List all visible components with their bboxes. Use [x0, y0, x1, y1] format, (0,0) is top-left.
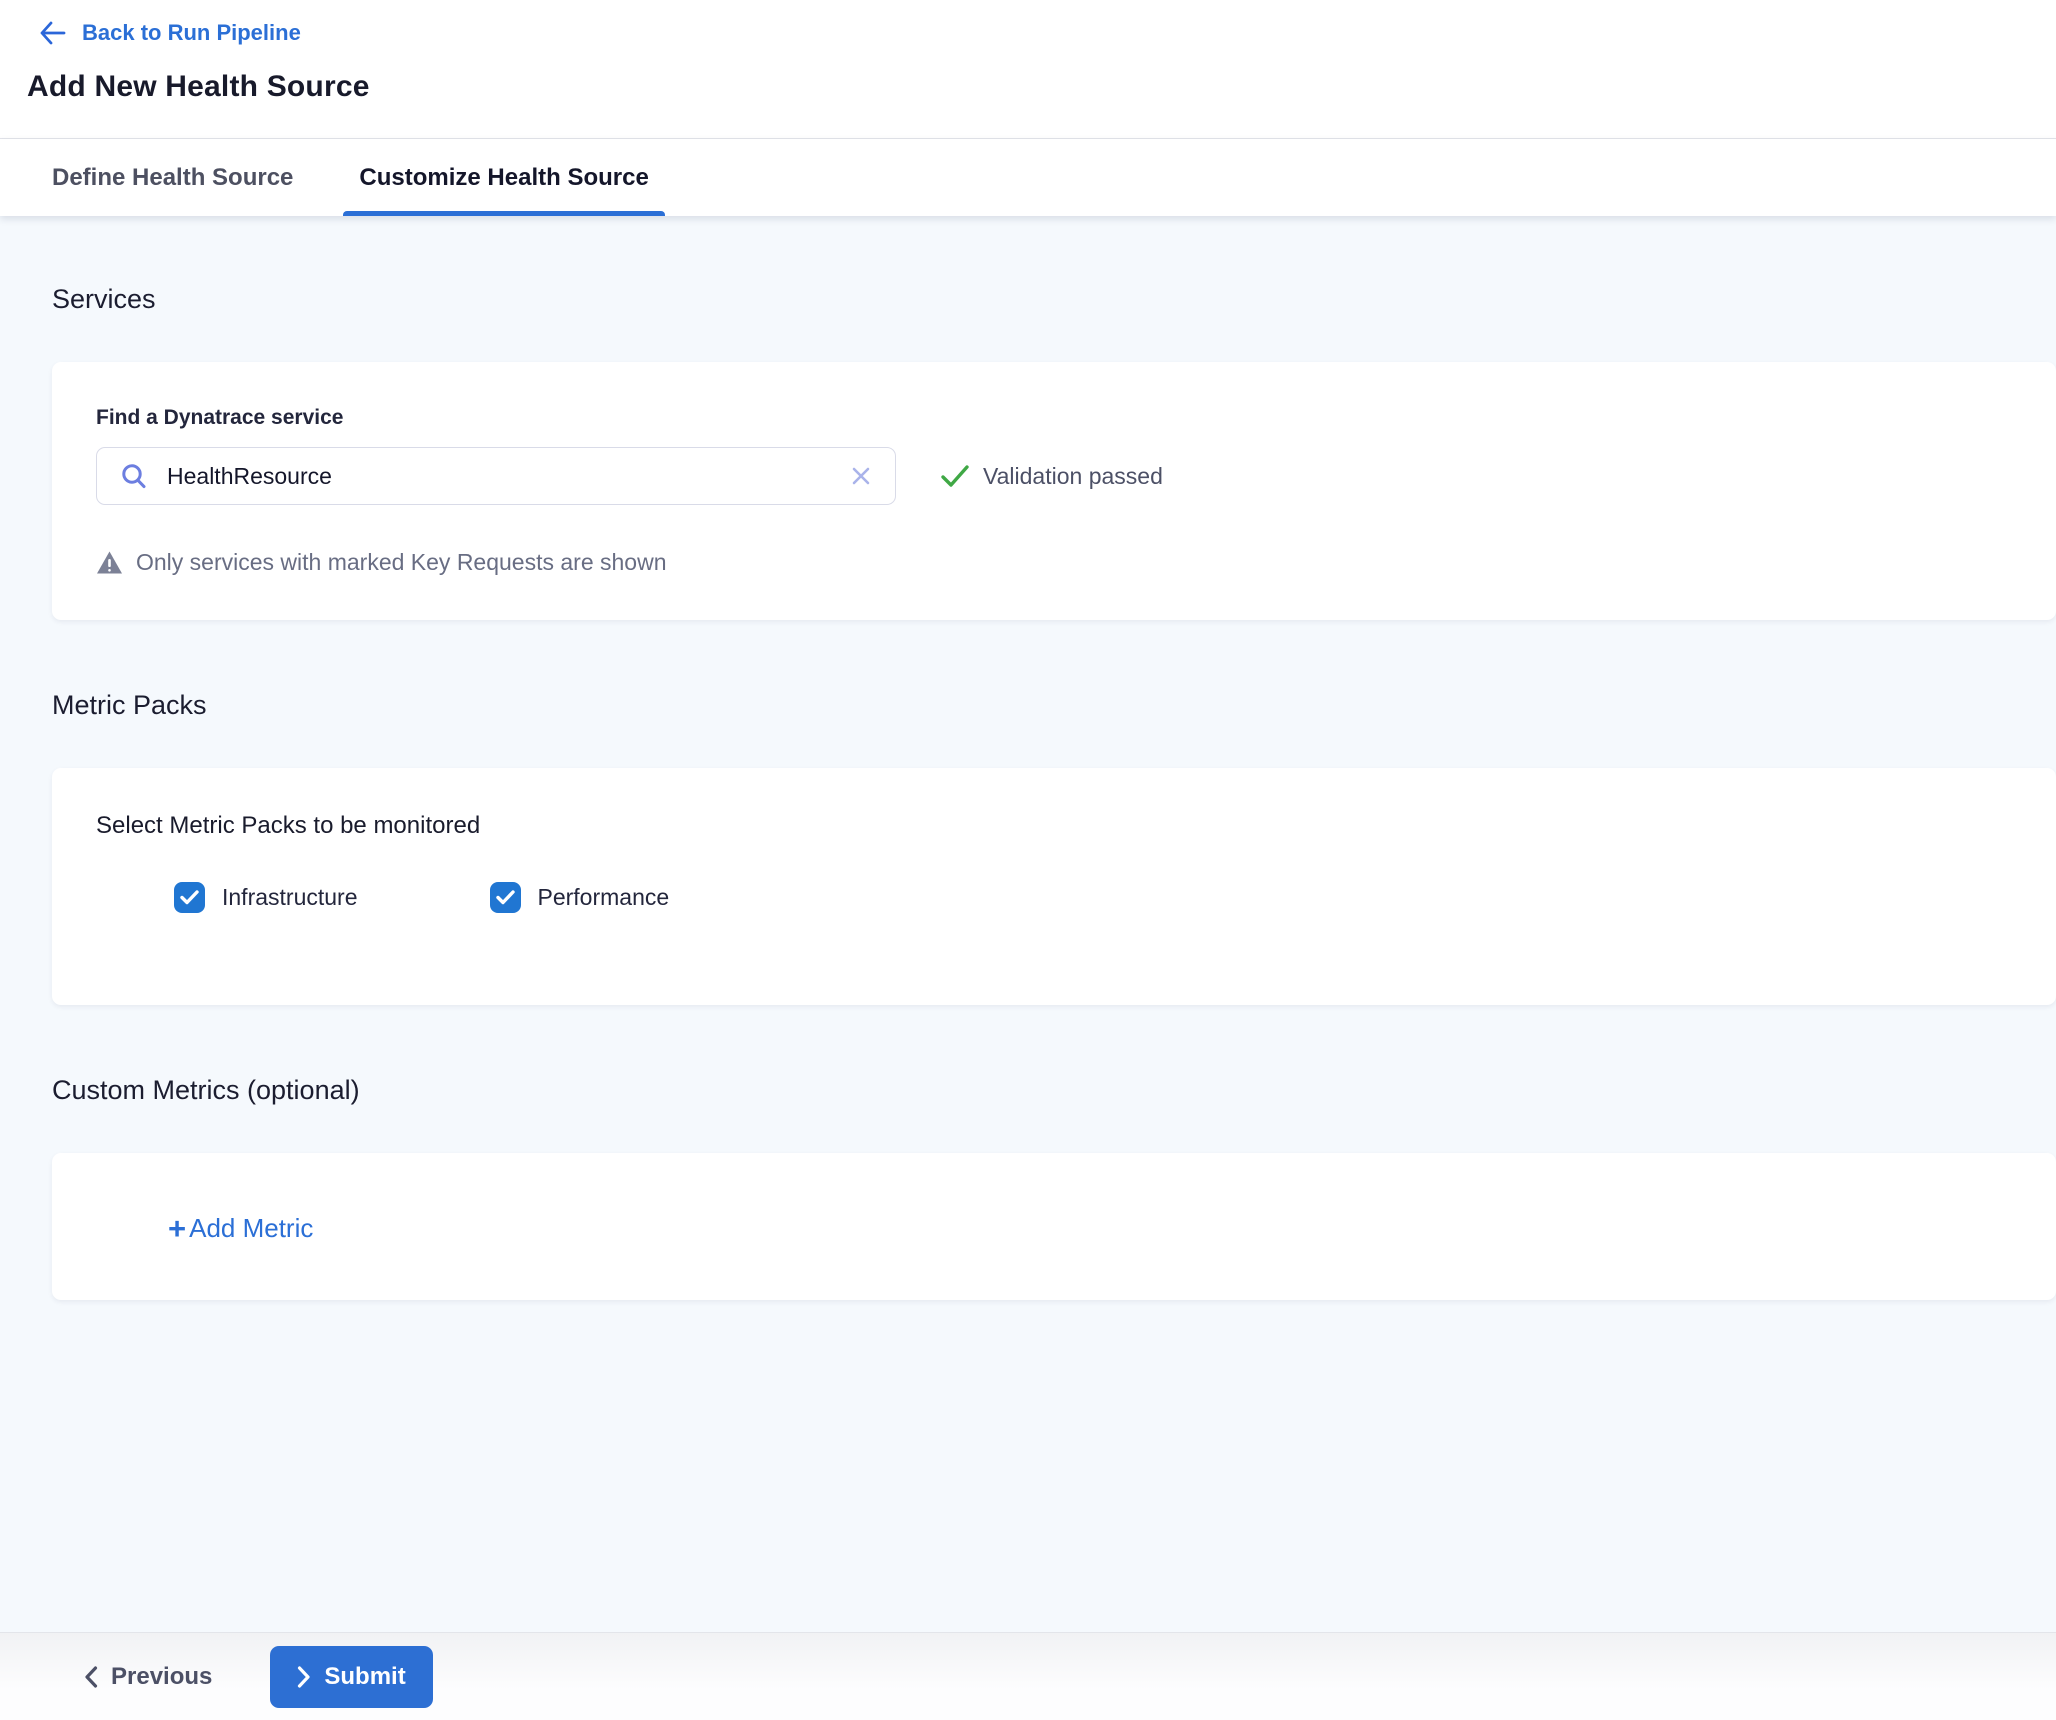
warning-icon [96, 550, 123, 575]
tab-customize-health-source[interactable]: Customize Health Source [343, 139, 664, 216]
metric-packs-card: Select Metric Packs to be monitored Infr… [52, 768, 2056, 1005]
custom-metrics-card: + Add Metric [52, 1153, 2056, 1300]
add-metric-button[interactable]: + Add Metric [168, 1213, 313, 1244]
performance-label: Performance [538, 884, 670, 911]
find-service-label: Find a Dynatrace service [96, 406, 2012, 430]
infrastructure-label: Infrastructure [222, 884, 358, 911]
customize-health-source-panel: Services Find a Dynatrace service [0, 216, 2056, 1632]
page-header: Back to Run Pipeline Add New Health Sour… [0, 0, 2056, 139]
services-warning: Only services with marked Key Requests a… [96, 549, 2012, 576]
warning-text: Only services with marked Key Requests a… [136, 549, 667, 576]
back-to-run-pipeline-link[interactable]: Back to Run Pipeline [82, 20, 301, 46]
custom-metrics-heading: Custom Metrics (optional) [52, 1073, 2056, 1107]
performance-checkbox[interactable] [490, 882, 521, 913]
submit-button[interactable]: Submit [270, 1646, 432, 1708]
metric-packs-heading: Metric Packs [52, 688, 2056, 722]
tab-define-health-source[interactable]: Define Health Source [36, 139, 309, 216]
performance-checkbox-option[interactable]: Performance [490, 882, 670, 913]
service-search-input[interactable] [167, 463, 849, 490]
clear-search-icon[interactable] [849, 464, 873, 488]
back-arrow-icon[interactable] [38, 20, 66, 46]
metric-packs-subtitle: Select Metric Packs to be monitored [96, 812, 2012, 840]
previous-label: Previous [111, 1663, 212, 1691]
service-search-row: Validation passed [96, 447, 2012, 505]
services-heading: Services [52, 282, 2056, 316]
previous-button[interactable]: Previous [84, 1663, 212, 1691]
metric-packs-options: Infrastructure Performance [174, 882, 2012, 913]
submit-label: Submit [324, 1663, 405, 1691]
service-search-box[interactable] [96, 447, 896, 505]
chevron-left-icon [84, 1666, 98, 1688]
search-icon [119, 461, 149, 491]
check-icon [940, 463, 970, 489]
back-row: Back to Run Pipeline [0, 0, 2056, 46]
health-source-tabbar: Define Health Source Customize Health So… [0, 139, 2056, 216]
validation-text: Validation passed [983, 463, 1163, 490]
chevron-right-icon [297, 1666, 311, 1688]
add-metric-label: Add Metric [189, 1213, 313, 1244]
infrastructure-checkbox-option[interactable]: Infrastructure [174, 882, 358, 913]
infrastructure-checkbox[interactable] [174, 882, 205, 913]
validation-status: Validation passed [940, 463, 1163, 490]
services-card: Find a Dynatrace service [52, 362, 2056, 620]
plus-icon: + [168, 1213, 186, 1244]
page-title: Add New Health Source [27, 70, 2056, 104]
footer-bar: Previous Submit [0, 1632, 2056, 1720]
